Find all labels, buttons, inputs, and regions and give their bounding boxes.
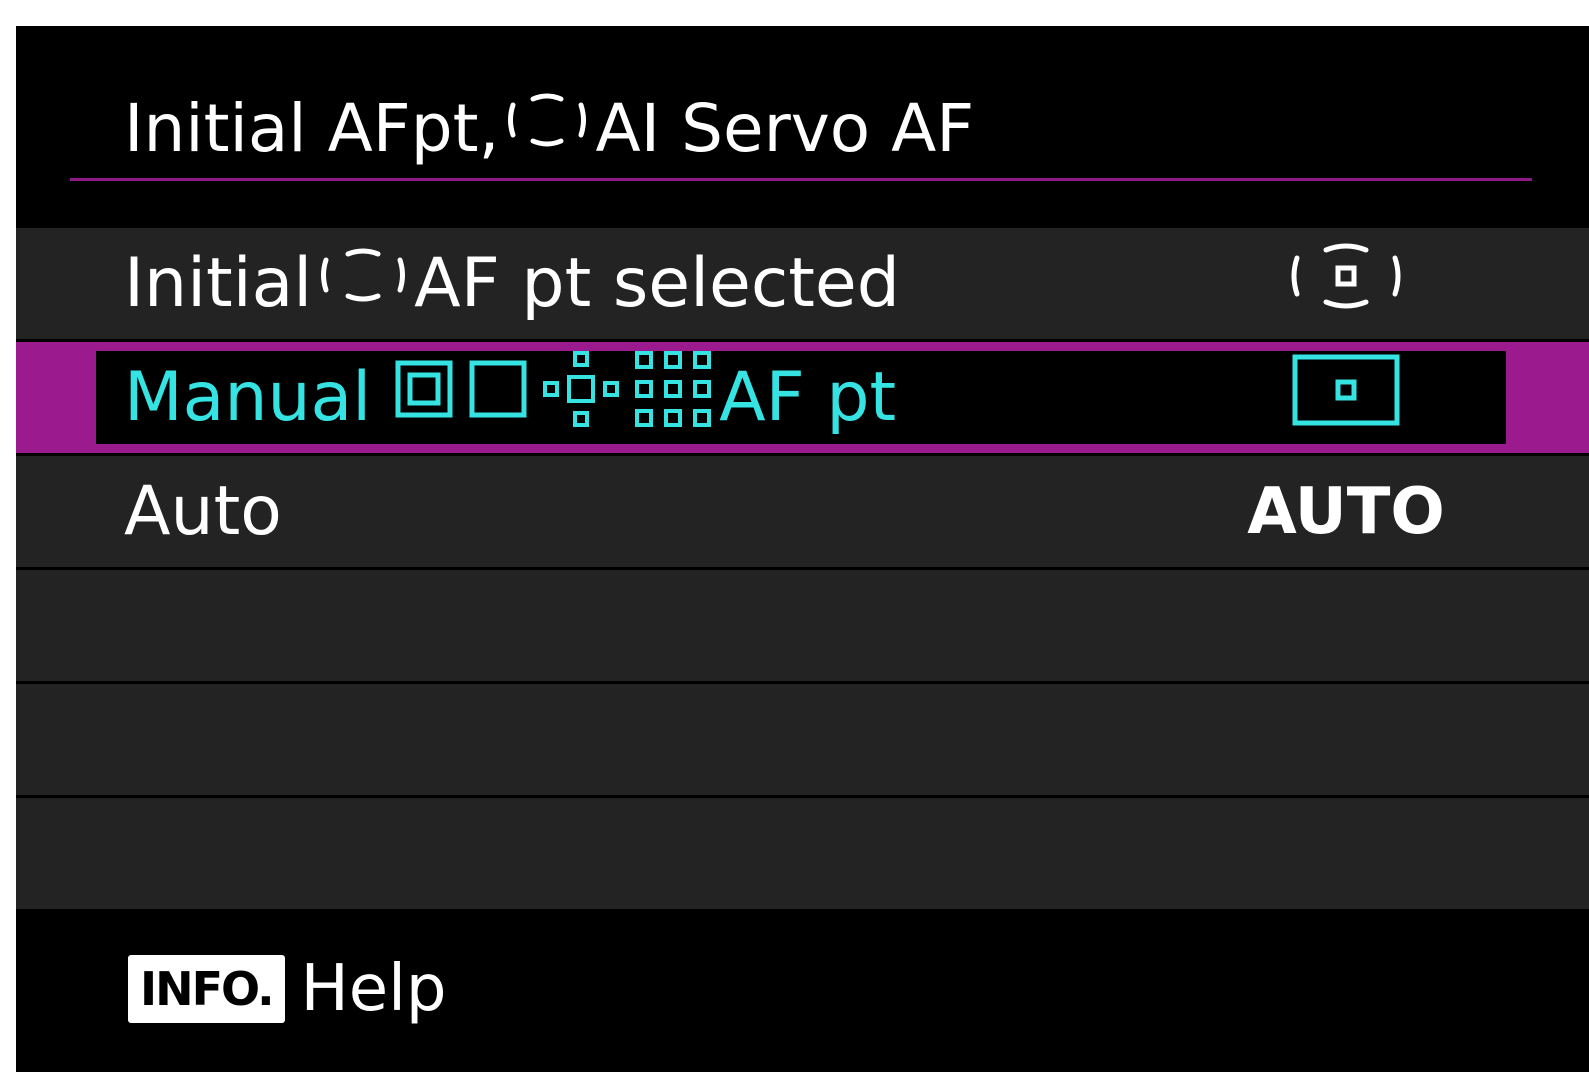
option-label-suffix: AF pt xyxy=(719,358,897,437)
title-prefix: Initial AFpt, xyxy=(124,89,500,167)
option-label: Manual AF pt xyxy=(124,342,896,453)
help-footer[interactable]: INFO. Help xyxy=(128,952,447,1026)
option-label-prefix: Initial xyxy=(124,244,313,323)
option-value xyxy=(1256,342,1436,453)
empty-row xyxy=(16,684,1589,795)
camera-menu-screen: Initial AFpt, AI Servo AF Initial AF pt … xyxy=(16,26,1589,1072)
single-point-af-icon xyxy=(467,358,529,437)
option-label-prefix: Manual xyxy=(124,358,372,437)
af-area-frame-icon xyxy=(318,240,408,327)
af-area-frame-with-point-icon xyxy=(1281,236,1411,332)
title-divider xyxy=(70,178,1532,181)
option-value: AUTO xyxy=(1247,474,1445,549)
af-area-frame-icon xyxy=(505,87,589,169)
title-suffix: AI Servo AF xyxy=(595,89,975,167)
expand-af-surround-icon xyxy=(633,349,713,446)
info-button-badge[interactable]: INFO. xyxy=(128,955,285,1023)
expand-af-cross-icon xyxy=(541,349,621,446)
spot-af-icon xyxy=(393,358,455,437)
single-point-af-icon xyxy=(1290,352,1402,444)
page-title: Initial AFpt, AI Servo AF xyxy=(124,88,974,168)
option-label-suffix: AF pt selected xyxy=(414,244,900,323)
option-initial-af-pt-selected[interactable]: Initial AF pt selected xyxy=(16,228,1589,339)
empty-row xyxy=(16,570,1589,681)
option-label: Auto xyxy=(124,472,282,551)
help-label: Help xyxy=(300,952,447,1026)
option-manual-af-pt[interactable]: Manual AF pt xyxy=(16,342,1589,453)
option-label: Initial AF pt selected xyxy=(124,228,900,339)
option-value xyxy=(1256,228,1436,339)
empty-row xyxy=(16,798,1589,909)
option-auto[interactable]: Auto AUTO xyxy=(16,456,1589,567)
